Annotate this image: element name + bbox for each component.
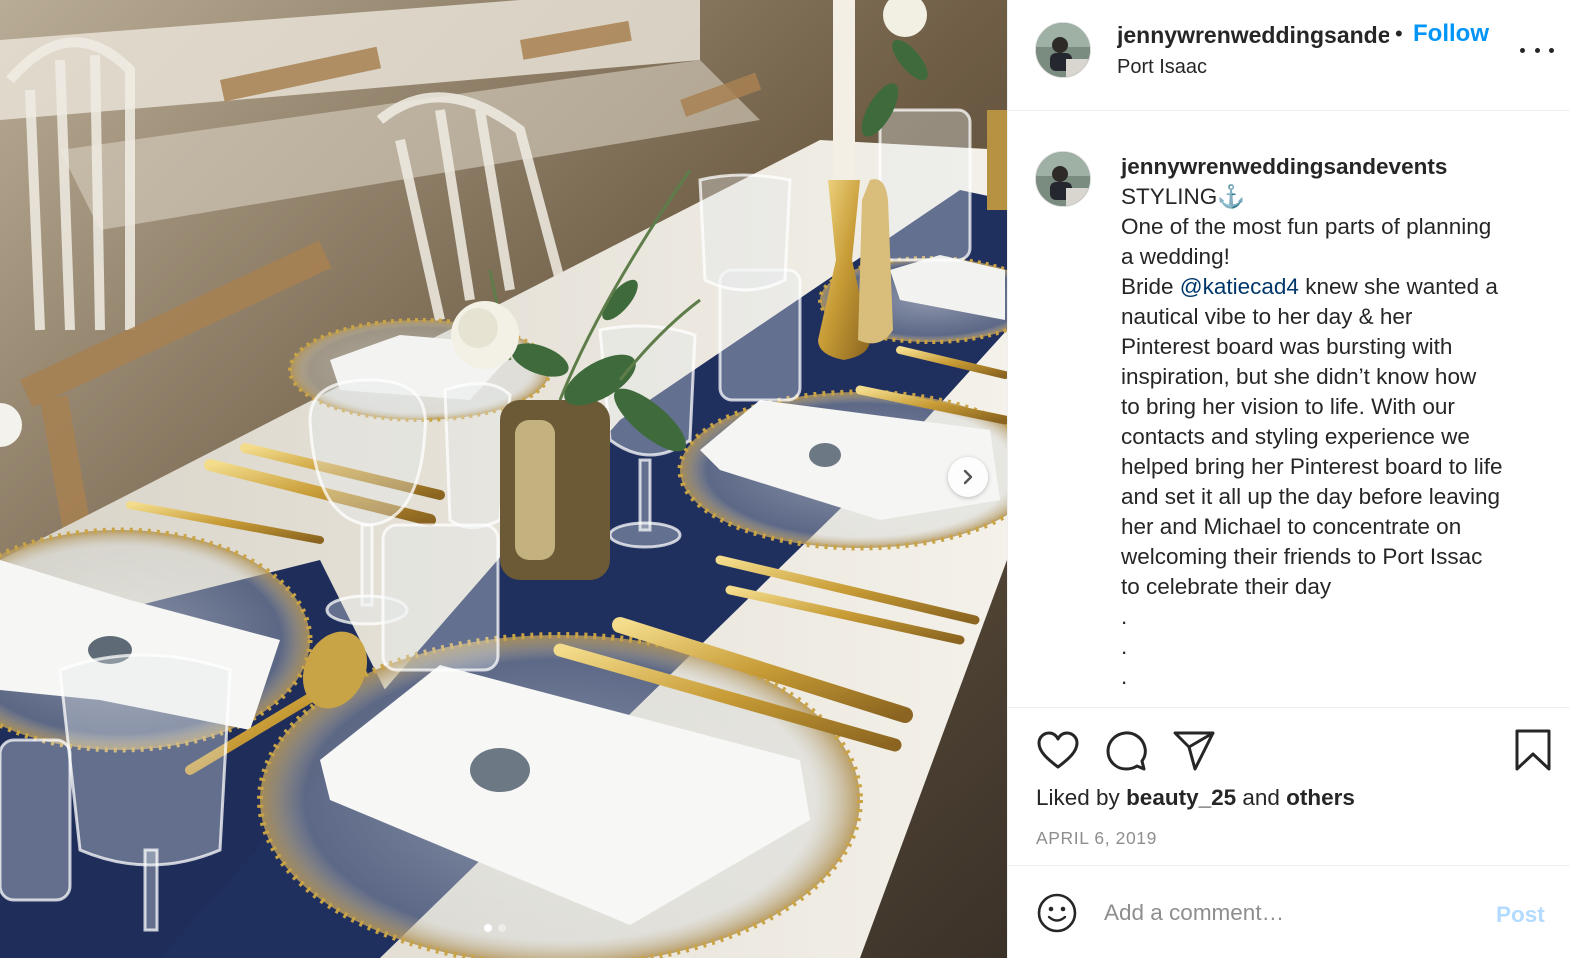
share-icon[interactable] <box>1172 730 1216 772</box>
follow-button[interactable]: Follow <box>1413 20 1489 48</box>
caption-line: . <box>1121 604 1128 629</box>
post-side-panel: jennywrenweddingsandevents • Follow Port… <box>1007 0 1570 958</box>
post-comment-button[interactable]: Post <box>1496 902 1545 928</box>
header-username[interactable]: jennywrenweddingsandevents <box>1117 22 1389 49</box>
caption-line: inspiration, but she didn’t know how <box>1121 364 1477 389</box>
likes-prefix: Liked by <box>1036 785 1127 810</box>
carousel-dot-active <box>484 924 492 932</box>
caption-line: One of the most fun parts of planning <box>1121 214 1492 239</box>
comment-input[interactable] <box>1104 896 1474 930</box>
caption-username[interactable]: jennywrenweddingsandevents <box>1121 152 1561 182</box>
caption-line: nautical vibe to her day & her <box>1121 304 1413 329</box>
post-media[interactable] <box>0 0 1007 958</box>
caption-line: STYLING⚓️ <box>1121 184 1246 209</box>
liked-others-link[interactable]: others <box>1286 785 1355 810</box>
carousel-dots <box>484 924 506 932</box>
caption-line: Pinterest board was bursting with <box>1121 334 1453 359</box>
caption-line-rest: knew she wanted a <box>1305 274 1498 299</box>
caption-prefix: Bride <box>1121 274 1180 299</box>
post-date[interactable]: APRIL 6, 2019 <box>1036 828 1157 849</box>
post-header: jennywrenweddingsandevents • Follow Port… <box>1008 0 1570 111</box>
comment-icon[interactable] <box>1104 729 1148 773</box>
carousel-dot <box>498 924 506 932</box>
avatar[interactable] <box>1035 151 1091 207</box>
caption-line: to bring her vision to life. With our <box>1121 394 1455 419</box>
caption-line: her and Michael to concentrate on <box>1121 514 1462 539</box>
avatar-image <box>1036 152 1090 206</box>
post-photo <box>0 0 1007 958</box>
caption-line: helped bring her Pinterest board to life <box>1121 454 1503 479</box>
post-caption: jennywrenweddingsandevents STYLING⚓️ One… <box>1008 111 1570 708</box>
caption-line: . <box>1121 634 1128 659</box>
caption-text: jennywrenweddingsandevents STYLING⚓️ One… <box>1121 152 1561 692</box>
caption-line: and set it all up the day before leaving <box>1121 484 1501 509</box>
liked-user-link[interactable]: beauty_25 <box>1126 785 1236 810</box>
mention-link[interactable]: @katiecad4 <box>1180 274 1299 299</box>
header-separator: • <box>1395 21 1403 46</box>
next-slide-button[interactable] <box>948 457 988 497</box>
caption-line: Bride @katiecad4 knew she wanted a <box>1121 272 1561 302</box>
avatar[interactable] <box>1035 22 1091 78</box>
caption-line: a wedding! <box>1121 244 1230 269</box>
instagram-post: jennywrenweddingsandevents • Follow Port… <box>0 0 1570 958</box>
emoji-icon[interactable] <box>1036 892 1078 934</box>
chevron-right-icon <box>963 469 973 485</box>
post-actions: Liked by beauty_25 and others APRIL 6, 2… <box>1008 708 1570 866</box>
heart-icon[interactable] <box>1036 730 1080 770</box>
avatar-image <box>1036 23 1090 77</box>
likes-summary: Liked by beauty_25 and others <box>1036 785 1355 811</box>
comment-box: Post <box>1008 866 1570 958</box>
caption-line: to celebrate their day <box>1121 574 1332 599</box>
likes-mid: and <box>1236 785 1287 810</box>
location-link[interactable]: Port Isaac <box>1117 56 1207 79</box>
caption-line: . <box>1121 664 1128 689</box>
more-horizontal-icon[interactable] <box>1520 38 1554 62</box>
caption-line: welcoming their friends to Port Issac <box>1121 544 1483 569</box>
caption-line: contacts and styling experience we <box>1121 424 1470 449</box>
bookmark-icon[interactable] <box>1513 728 1553 772</box>
